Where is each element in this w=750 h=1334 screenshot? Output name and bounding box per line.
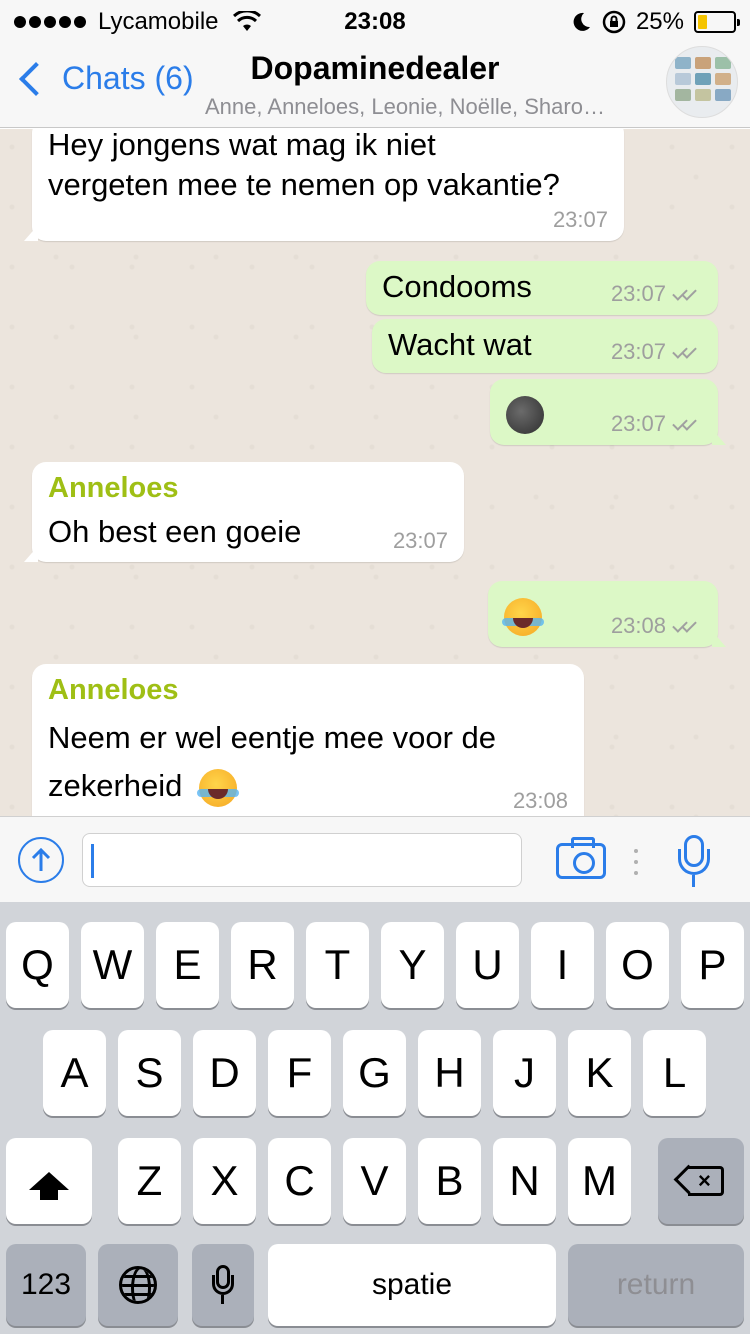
globe-key[interactable] [98,1244,178,1326]
key-f[interactable]: F [268,1030,331,1116]
message-outgoing[interactable]: Wacht wat 23:07 [372,319,718,373]
key-q[interactable]: Q [6,922,69,1008]
divider-dots [634,849,638,875]
microphone-icon [212,1265,234,1305]
tears-of-joy-emoji-icon [197,768,240,807]
shift-key[interactable] [6,1138,92,1224]
dictation-key[interactable] [192,1244,254,1326]
key-u[interactable]: U [456,922,519,1008]
keyboard: Q W E R T Y U I O P A S D F G H J K L Z … [0,902,750,1334]
key-v[interactable]: V [343,1138,406,1224]
globe-icon [119,1266,157,1304]
read-ticks-icon [672,285,702,302]
text-caret [91,844,94,878]
chevron-left-icon [19,61,53,96]
key-i[interactable]: I [531,922,594,1008]
message-incoming[interactable]: Anneloes Oh best een goeie 23:07 [24,462,464,562]
message-time: 23:07 [392,528,448,553]
battery-fill [698,15,707,29]
nav-bar: Chats (6) Dopaminedealer Anne, Anneloes,… [0,40,750,128]
camera-icon[interactable] [556,837,606,879]
message-time: 23:07 [610,411,666,436]
key-p[interactable]: P [681,922,744,1008]
message-incoming[interactable]: Hey jongens wat mag ik niet vergeten mee… [24,129,624,241]
key-n[interactable]: N [493,1138,556,1224]
message-outgoing[interactable]: Condooms 23:07 [366,261,718,315]
key-r[interactable]: R [231,922,294,1008]
chat-participants[interactable]: Anne, Anneloes, Leonie, Noëlle, Sharo… [205,94,655,120]
message-text: vergeten mee te nemen op vakantie? [48,167,560,202]
battery-percent: 25% [635,8,684,35]
key-j[interactable]: J [493,1030,556,1116]
key-h[interactable]: H [418,1030,481,1116]
key-s[interactable]: S [118,1030,181,1116]
chat-messages[interactable]: Hey jongens wat mag ik niet vergeten mee… [0,129,750,816]
key-y[interactable]: Y [381,922,444,1008]
new-moon-face-emoji-icon [506,395,544,434]
key-b[interactable]: B [418,1138,481,1224]
status-bar: Lycamobile 23:08 25% [0,0,750,40]
back-button-label: Chats (6) [62,60,194,96]
message-input[interactable] [82,833,522,887]
key-e[interactable]: E [156,922,219,1008]
moon-icon [573,12,590,31]
tears-of-joy-emoji-icon [502,597,544,636]
microphone-icon[interactable] [678,835,710,891]
key-x[interactable]: X [193,1138,256,1224]
key-o[interactable]: O [606,922,669,1008]
key-c[interactable]: C [268,1138,331,1224]
read-ticks-icon [672,617,702,634]
backspace-key[interactable]: × [658,1138,744,1224]
message-text: Neem er wel eentje mee voor de [48,720,497,755]
chat-title[interactable]: Dopaminedealer [205,50,545,87]
backspace-icon: × [673,1164,724,1196]
message-time: 23:08 [610,613,666,638]
attach-button[interactable] [18,837,64,883]
read-ticks-icon [672,415,702,432]
message-text: Oh best een goeie [48,514,302,549]
key-w[interactable]: W [81,922,144,1008]
key-t[interactable]: T [306,922,369,1008]
key-k[interactable]: K [568,1030,631,1116]
key-l[interactable]: L [643,1030,706,1116]
arrow-up-icon [31,847,51,871]
return-key[interactable]: return [568,1244,744,1326]
message-outgoing[interactable]: 23:08 [488,581,726,647]
message-time: 23:08 [512,788,568,813]
key-z[interactable]: Z [118,1138,181,1224]
message-time: 23:07 [610,281,666,306]
message-outgoing[interactable]: 23:07 [490,379,726,445]
key-m[interactable]: M [568,1138,631,1224]
space-key[interactable]: spatie [268,1244,556,1326]
message-sender: Anneloes [48,674,179,706]
message-incoming[interactable]: Anneloes Neem er wel eentje mee voor de … [32,664,584,816]
shift-arrow-icon [29,1172,69,1200]
read-ticks-icon [672,343,702,360]
battery-icon [694,11,740,33]
rotation-lock-icon [602,10,626,34]
message-text: Hey jongens wat mag ik niet [48,129,436,162]
message-time: 23:07 [610,339,666,364]
numbers-key[interactable]: 123 [6,1244,86,1326]
message-time: 23:07 [552,207,608,232]
key-d[interactable]: D [193,1030,256,1116]
key-a[interactable]: A [43,1030,106,1116]
message-text: Condooms [382,269,532,304]
message-input-bar [0,816,750,902]
key-g[interactable]: G [343,1030,406,1116]
group-avatar[interactable] [666,46,738,118]
message-text: zekerheid [48,768,183,803]
message-text: Wacht wat [388,327,532,362]
message-sender: Anneloes [48,472,179,504]
back-button[interactable]: Chats (6) [14,60,194,97]
